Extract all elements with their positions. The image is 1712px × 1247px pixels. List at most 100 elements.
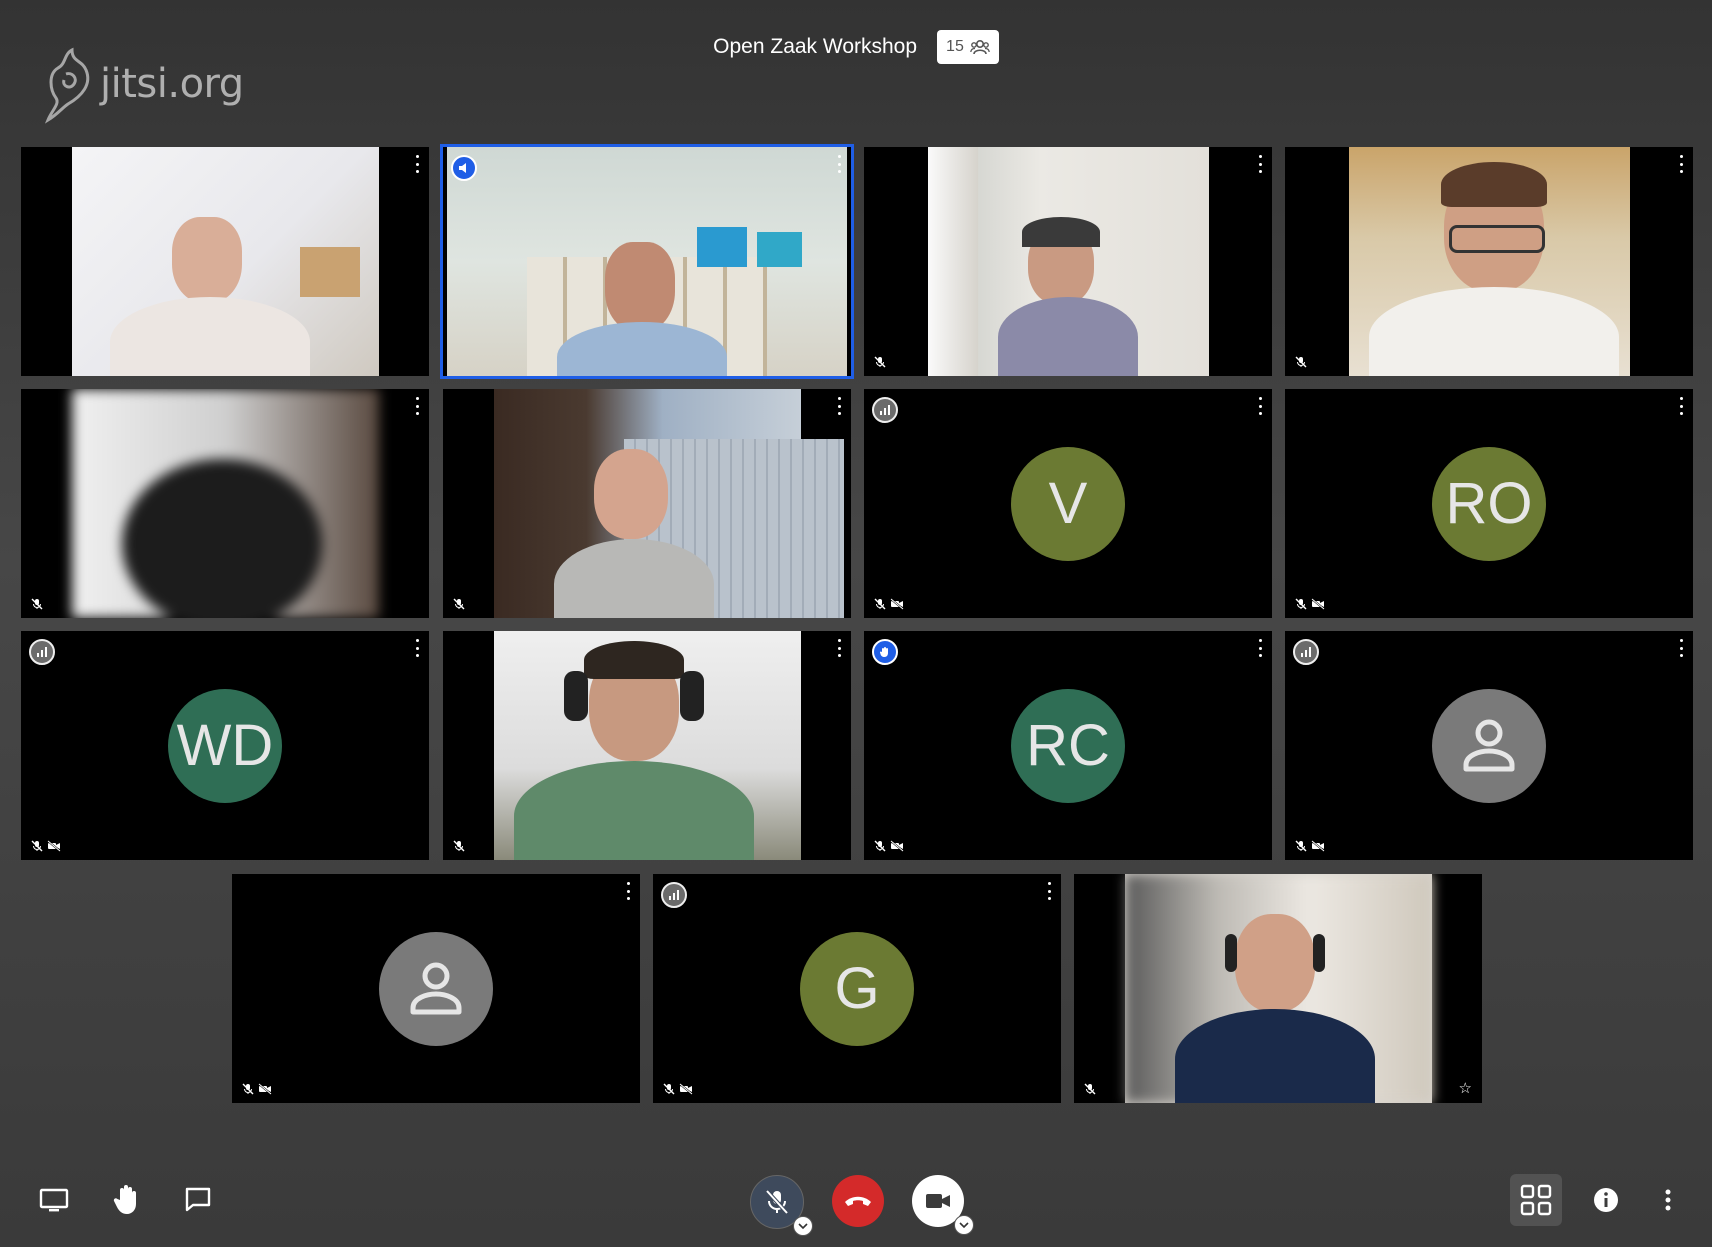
raised-hand-icon xyxy=(879,647,888,657)
local-user-star-icon: ☆ xyxy=(1458,1080,1472,1097)
tile-menu-button[interactable] xyxy=(1675,155,1687,173)
participant-video xyxy=(1349,147,1630,376)
tile-view-icon xyxy=(1520,1184,1552,1216)
audio-settings-caret[interactable] xyxy=(793,1216,813,1236)
participant-tile[interactable]: WD xyxy=(21,631,429,860)
microphone-muted-icon xyxy=(31,598,43,610)
tile-status xyxy=(242,1083,272,1095)
microphone-muted-icon xyxy=(874,840,886,852)
tile-menu-button[interactable] xyxy=(833,155,845,173)
hangup-icon xyxy=(845,1196,871,1206)
video-settings-caret[interactable] xyxy=(954,1215,974,1235)
tile-menu-button[interactable] xyxy=(411,155,423,173)
microphone-muted-icon xyxy=(1295,598,1307,610)
participant-count-badge[interactable]: 15 xyxy=(937,30,999,64)
screen-share-button[interactable] xyxy=(36,1182,72,1218)
tile-status xyxy=(1295,356,1307,368)
raise-hand-button[interactable] xyxy=(108,1182,144,1218)
conference-header: Open Zaak Workshop 15 xyxy=(0,30,1712,64)
tile-menu-button[interactable] xyxy=(1043,882,1055,900)
participant-avatar: RC xyxy=(1011,688,1125,803)
tile-status xyxy=(874,840,904,852)
camera-toggle-button[interactable] xyxy=(912,1175,974,1235)
participant-tile[interactable]: G xyxy=(653,874,1061,1103)
participant-avatar xyxy=(379,931,493,1046)
microphone-muted-icon xyxy=(31,840,43,852)
participant-video xyxy=(72,147,379,376)
camera-off-icon xyxy=(1311,840,1325,852)
participant-avatar: G xyxy=(800,931,914,1046)
camera-off-icon xyxy=(679,1083,693,1095)
participant-tile[interactable] xyxy=(443,389,851,618)
participant-avatar: WD xyxy=(168,688,282,803)
microphone-muted-icon xyxy=(1295,840,1307,852)
tile-menu-button[interactable] xyxy=(411,397,423,415)
tile-menu-button[interactable] xyxy=(1254,397,1266,415)
participant-tile[interactable] xyxy=(21,147,429,376)
tile-menu-button[interactable] xyxy=(411,639,423,657)
toolbar-left xyxy=(36,1182,216,1218)
user-placeholder-icon xyxy=(1463,719,1515,771)
more-options-button[interactable] xyxy=(1650,1182,1686,1218)
participant-tile[interactable]: RC xyxy=(864,631,1272,860)
connection-status-indicator xyxy=(1293,639,1319,665)
camera-off-icon xyxy=(890,840,904,852)
participant-video xyxy=(1125,874,1432,1103)
chevron-down-icon xyxy=(798,1223,808,1230)
raised-hand-indicator xyxy=(872,639,898,665)
participant-tile-local[interactable]: ☆ xyxy=(1074,874,1482,1103)
microphone-muted-icon xyxy=(453,840,465,852)
logo-text: jitsi.org xyxy=(100,61,244,107)
participant-tile-active-speaker[interactable] xyxy=(443,147,851,376)
participant-tile[interactable] xyxy=(1285,147,1693,376)
chevron-down-icon xyxy=(959,1222,969,1229)
tile-menu-button[interactable] xyxy=(1675,639,1687,657)
participant-video xyxy=(494,631,801,860)
more-options-icon xyxy=(1665,1189,1671,1211)
tile-menu-button[interactable] xyxy=(622,882,634,900)
participant-video xyxy=(928,147,1209,376)
tile-menu-button[interactable] xyxy=(1675,397,1687,415)
user-placeholder-icon xyxy=(410,962,462,1014)
tile-menu-button[interactable] xyxy=(1254,639,1266,657)
participant-tile[interactable] xyxy=(21,389,429,618)
chat-button[interactable] xyxy=(180,1182,216,1218)
participant-tile[interactable] xyxy=(232,874,640,1103)
microphone-muted-icon xyxy=(1084,1083,1096,1095)
microphone-toggle-button[interactable] xyxy=(750,1175,813,1236)
microphone-muted-icon xyxy=(874,598,886,610)
tile-status xyxy=(874,598,904,610)
camera-off-icon xyxy=(1311,598,1325,610)
connection-status-indicator xyxy=(29,639,55,665)
info-button[interactable] xyxy=(1588,1182,1624,1218)
camera-off-icon xyxy=(890,598,904,610)
connection-status-icon xyxy=(1301,647,1311,657)
tile-menu-button[interactable] xyxy=(1254,155,1266,173)
tile-status xyxy=(453,840,465,852)
participant-avatar: RO xyxy=(1432,446,1546,561)
info-icon xyxy=(1594,1188,1618,1212)
microphone-muted-icon xyxy=(874,356,886,368)
microphone-muted-icon xyxy=(663,1083,675,1095)
participant-tile[interactable]: V xyxy=(864,389,1272,618)
participant-tile[interactable] xyxy=(1285,631,1693,860)
tile-menu-button[interactable] xyxy=(833,639,845,657)
hangup-button[interactable] xyxy=(832,1175,884,1227)
microphone-muted-icon xyxy=(1295,356,1307,368)
tile-menu-button[interactable] xyxy=(833,397,845,415)
participant-tile[interactable]: RO xyxy=(1285,389,1693,618)
screen-share-icon xyxy=(39,1188,69,1212)
participant-video xyxy=(494,389,844,618)
tile-status xyxy=(1295,840,1325,852)
participant-avatar xyxy=(1432,688,1546,803)
microphone-muted-icon xyxy=(453,598,465,610)
participant-tile[interactable] xyxy=(443,631,851,860)
tile-status xyxy=(31,840,61,852)
tile-view-button[interactable] xyxy=(1510,1174,1562,1226)
participant-video xyxy=(447,147,847,376)
tile-status xyxy=(874,356,886,368)
participants-icon xyxy=(969,39,990,55)
tile-status xyxy=(1295,598,1325,610)
participant-tile[interactable] xyxy=(864,147,1272,376)
tile-status xyxy=(453,598,465,610)
